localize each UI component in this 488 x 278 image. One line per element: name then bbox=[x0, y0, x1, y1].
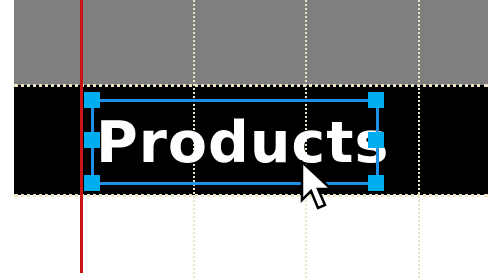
resize-handle-top-right[interactable] bbox=[368, 92, 384, 108]
horizontal-guide-bottom bbox=[14, 194, 488, 197]
gray-background-band bbox=[14, 0, 488, 85]
resize-handle-bottom-left[interactable] bbox=[84, 175, 100, 191]
resize-handle-top-left[interactable] bbox=[84, 92, 100, 108]
canvas-stage[interactable]: Products bbox=[0, 0, 488, 278]
vertical-guide-3 bbox=[418, 0, 420, 278]
arrow-cursor-icon bbox=[300, 160, 335, 210]
resize-handle-bottom-right[interactable] bbox=[368, 175, 384, 191]
horizontal-guide-top bbox=[14, 84, 488, 87]
resize-handle-middle-left[interactable] bbox=[84, 132, 100, 148]
resize-handle-middle-right[interactable] bbox=[368, 132, 384, 148]
margin-line bbox=[80, 0, 83, 273]
